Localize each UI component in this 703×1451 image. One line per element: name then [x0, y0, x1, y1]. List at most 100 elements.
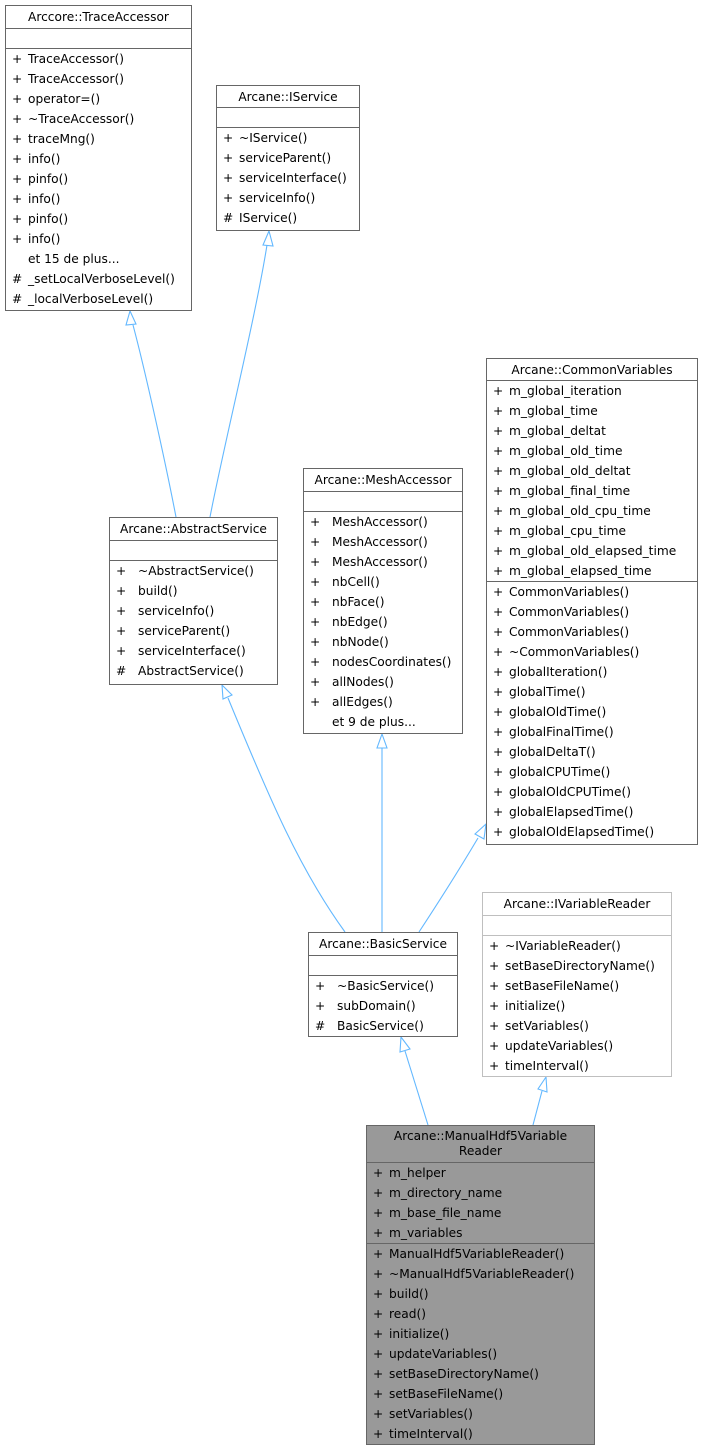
method-row[interactable]: + globalOldTime()	[487, 702, 697, 722]
attribute-row[interactable]: + m_directory_name	[367, 1183, 594, 1203]
method-row[interactable]: + initialize()	[483, 996, 671, 1016]
attribute-row[interactable]: + m_global_old_time	[487, 441, 697, 461]
method-row[interactable]: + globalTime()	[487, 682, 697, 702]
class-name[interactable]: Arcane::BasicService	[309, 933, 457, 956]
method-row[interactable]: + traceMng()	[6, 129, 191, 149]
visibility-marker: +	[315, 979, 326, 993]
class-name[interactable]: Arccore::TraceAccessor	[6, 6, 191, 29]
method-row[interactable]: + MeshAccessor()	[304, 532, 462, 552]
method-row[interactable]: + CommonVariables()	[487, 582, 697, 602]
method-row[interactable]: + operator=()	[6, 89, 191, 109]
method-row[interactable]: # IService()	[217, 208, 359, 228]
method-row[interactable]: + setBaseFileName()	[367, 1384, 594, 1404]
method-row[interactable]: + MeshAccessor()	[304, 512, 462, 532]
method-row[interactable]: + setVariables()	[367, 1404, 594, 1424]
class-name[interactable]: Arcane::IService	[217, 86, 359, 108]
method-row[interactable]: + globalDeltaT()	[487, 742, 697, 762]
class-name[interactable]: Arcane::CommonVariables	[487, 359, 697, 381]
class-box-abstract-service[interactable]: Arcane::AbstractService + ~AbstractServic…	[109, 517, 278, 685]
method-row[interactable]: + ~IService()	[217, 128, 359, 148]
class-name[interactable]: Arcane::MeshAccessor	[304, 469, 462, 492]
method-row[interactable]: + globalElapsedTime()	[487, 802, 697, 822]
method-row[interactable]: # _setLocalVerboseLevel()	[6, 269, 191, 289]
method-row[interactable]: + serviceParent()	[217, 148, 359, 168]
method-row[interactable]: # AbstractService()	[110, 661, 277, 681]
method-row[interactable]: + serviceInfo()	[217, 188, 359, 208]
method-row[interactable]: + serviceInfo()	[110, 601, 277, 621]
method-row[interactable]: + timeInterval()	[367, 1424, 594, 1444]
attribute-row[interactable]: + m_variables	[367, 1223, 594, 1243]
class-box-common-variables[interactable]: Arcane::CommonVariables + m_global_iterat…	[486, 358, 698, 845]
method-row[interactable]: + serviceInterface()	[217, 168, 359, 188]
method-row[interactable]: + build()	[367, 1284, 594, 1304]
attribute-row[interactable]: + m_base_file_name	[367, 1203, 594, 1223]
class-box-iservice[interactable]: Arcane::IService + ~IService() + servicePar…	[216, 85, 360, 231]
method-row[interactable]: + setBaseDirectoryName()	[367, 1364, 594, 1384]
class-name[interactable]: Arcane::IVariableReader	[483, 893, 671, 916]
method-row[interactable]: + serviceInterface()	[110, 641, 277, 661]
attribute-row[interactable]: + m_global_old_elapsed_time	[487, 541, 697, 561]
method-row[interactable]: + setVariables()	[483, 1016, 671, 1036]
attribute-row[interactable]: + m_global_cpu_time	[487, 521, 697, 541]
method-row[interactable]: + globalCPUTime()	[487, 762, 697, 782]
method-row[interactable]: + info()	[6, 149, 191, 169]
attribute-row[interactable]: + m_global_old_cpu_time	[487, 501, 697, 521]
attribute-row[interactable]: + m_global_elapsed_time	[487, 561, 697, 581]
method-row[interactable]: + TraceAccessor()	[6, 49, 191, 69]
method-row[interactable]: + setBaseDirectoryName()	[483, 956, 671, 976]
attribute-row[interactable]: + m_helper	[367, 1163, 594, 1183]
method-row[interactable]: + CommonVariables()	[487, 622, 697, 642]
method-row[interactable]: et 9 de plus...	[304, 712, 462, 732]
method-row[interactable]: + pinfo()	[6, 209, 191, 229]
method-row[interactable]: + nbFace()	[304, 592, 462, 612]
method-row[interactable]: + info()	[6, 189, 191, 209]
method-row[interactable]: + setBaseFileName()	[483, 976, 671, 996]
method-row[interactable]: + nodesCoordinates()	[304, 652, 462, 672]
class-box-trace-accessor[interactable]: Arccore::TraceAccessor + TraceAccessor() +…	[5, 5, 192, 311]
method-row[interactable]: + initialize()	[367, 1324, 594, 1344]
method-row[interactable]: et 15 de plus...	[6, 249, 191, 269]
attribute-row[interactable]: + m_global_final_time	[487, 481, 697, 501]
member-name: setBaseDirectoryName()	[505, 959, 655, 973]
class-name[interactable]: Arcane::AbstractService	[110, 518, 277, 541]
method-row[interactable]: # _localVerboseLevel()	[6, 289, 191, 309]
method-row[interactable]: + ~BasicService()	[309, 976, 457, 996]
attribute-row[interactable]: + m_global_time	[487, 401, 697, 421]
method-row[interactable]: + ~ManualHdf5VariableReader()	[367, 1264, 594, 1284]
class-name[interactable]: Arcane::ManualHdf5Variable Reader	[367, 1126, 594, 1163]
method-row[interactable]: + nbNode()	[304, 632, 462, 652]
method-row[interactable]: + ~IVariableReader()	[483, 936, 671, 956]
method-row[interactable]: + pinfo()	[6, 169, 191, 189]
method-row[interactable]: + globalFinalTime()	[487, 722, 697, 742]
method-row[interactable]: + allNodes()	[304, 672, 462, 692]
method-row[interactable]: + allEdges()	[304, 692, 462, 712]
method-row[interactable]: + ManualHdf5VariableReader()	[367, 1244, 594, 1264]
method-row[interactable]: + serviceParent()	[110, 621, 277, 641]
method-row[interactable]: + info()	[6, 229, 191, 249]
method-row[interactable]: + ~CommonVariables()	[487, 642, 697, 662]
method-row[interactable]: + updateVariables()	[367, 1344, 594, 1364]
class-box-basic-service[interactable]: Arcane::BasicService + ~BasicService() + su…	[308, 932, 458, 1037]
method-row[interactable]: + MeshAccessor()	[304, 552, 462, 572]
method-row[interactable]: + globalOldCPUTime()	[487, 782, 697, 802]
method-row[interactable]: + read()	[367, 1304, 594, 1324]
method-row[interactable]: + ~TraceAccessor()	[6, 109, 191, 129]
class-box-mesh-accessor[interactable]: Arcane::MeshAccessor + MeshAccessor() + Mes…	[303, 468, 463, 734]
method-row[interactable]: + CommonVariables()	[487, 602, 697, 622]
method-row[interactable]: + build()	[110, 581, 277, 601]
attribute-row[interactable]: + m_global_iteration	[487, 381, 697, 401]
class-box-ivariable-reader[interactable]: Arcane::IVariableReader + ~IVariableReade…	[482, 892, 672, 1077]
method-row[interactable]: + timeInterval()	[483, 1056, 671, 1076]
method-row[interactable]: + nbCell()	[304, 572, 462, 592]
method-row[interactable]: # BasicService()	[309, 1016, 457, 1036]
attribute-row[interactable]: + m_global_deltat	[487, 421, 697, 441]
method-row[interactable]: + nbEdge()	[304, 612, 462, 632]
method-row[interactable]: + ~AbstractService()	[110, 561, 277, 581]
method-row[interactable]: + subDomain()	[309, 996, 457, 1016]
class-box-manual-hdf5-variable-reader[interactable]: Arcane::ManualHdf5Variable Reader + m_hel…	[366, 1125, 595, 1445]
attribute-row[interactable]: + m_global_old_deltat	[487, 461, 697, 481]
method-row[interactable]: + globalOldElapsedTime()	[487, 822, 697, 842]
method-row[interactable]: + updateVariables()	[483, 1036, 671, 1056]
method-row[interactable]: + TraceAccessor()	[6, 69, 191, 89]
method-row[interactable]: + globalIteration()	[487, 662, 697, 682]
